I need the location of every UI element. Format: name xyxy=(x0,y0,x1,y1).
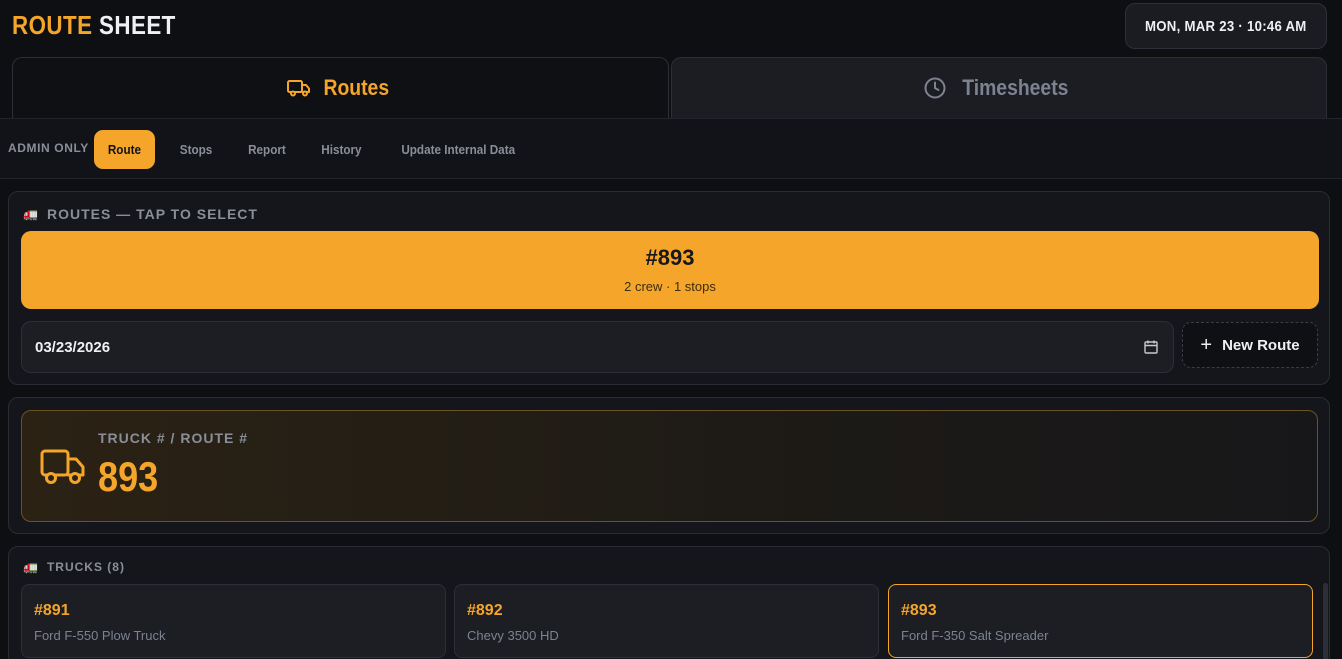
truck-icon xyxy=(40,449,85,484)
route-pill-893[interactable]: #893 2 crew · 1 stops xyxy=(21,231,1319,309)
subnav-item-label: Stops xyxy=(179,142,213,157)
routes-card: 🚛 ROUTES — TAP TO SELECT #893 2 crew · 1… xyxy=(8,191,1330,385)
trucks-section-label: 🚛 TRUCKS (8) xyxy=(23,560,125,574)
tab-routes[interactable]: Routes xyxy=(12,57,669,118)
subnav-item-label: History xyxy=(321,142,362,157)
truck-description: Ford F-550 Plow Truck xyxy=(34,628,166,643)
plus-icon: + xyxy=(1200,334,1213,356)
datetime-text: MON, MAR 23 · 10:46 AM xyxy=(1145,17,1307,35)
route-date-value: 03/23/2026 xyxy=(35,339,111,356)
new-route-button[interactable]: + New Route xyxy=(1182,322,1318,368)
truck-route-panel: TRUCK # / ROUTE # 893 xyxy=(21,410,1318,522)
subnav-item-route[interactable]: Route xyxy=(94,130,155,169)
truck-emoji-icon: 🚛 xyxy=(23,207,39,221)
routes-section-label: 🚛 ROUTES — TAP TO SELECT xyxy=(23,206,258,222)
truck-card-892[interactable]: #892 Chevy 3500 HD xyxy=(454,584,879,658)
truck-card-891[interactable]: #891 Ford F-550 Plow Truck xyxy=(21,584,446,658)
route-pill-number: #893 xyxy=(645,245,695,270)
new-route-label: New Route xyxy=(1222,336,1300,354)
trucks-section-label-text: TRUCKS (8) xyxy=(46,560,125,574)
trucks-scrollbar[interactable] xyxy=(1323,583,1328,659)
subnav-item-label: Update Internal Data xyxy=(401,142,516,157)
truck-number: #891 xyxy=(34,602,70,619)
subnav-item-stops[interactable]: Stops xyxy=(166,130,226,169)
admin-only-label: ADMIN ONLY xyxy=(8,141,89,155)
subnav-item-report[interactable]: Report xyxy=(234,130,300,169)
tab-timesheets[interactable]: Timesheets xyxy=(671,57,1327,118)
calendar-icon[interactable] xyxy=(1143,339,1159,355)
tab-timesheets-label: Timesheets xyxy=(961,75,1069,100)
tab-routes-label: Routes xyxy=(323,75,390,100)
datetime-badge: MON, MAR 23 · 10:46 AM xyxy=(1125,3,1327,49)
truck-description: Ford F-350 Salt Spreader xyxy=(901,628,1049,643)
truck-icon xyxy=(287,80,311,97)
truck-route-value: 893 xyxy=(98,453,159,500)
truck-route-card: TRUCK # / ROUTE # 893 xyxy=(8,397,1330,534)
truck-card-893[interactable]: #893 Ford F-350 Salt Spreader xyxy=(888,584,1313,658)
routes-section-label-text: ROUTES — TAP TO SELECT xyxy=(46,206,258,222)
app-title: ROUTE SHEET xyxy=(12,10,176,41)
subnav-item-label: Route xyxy=(107,142,142,157)
app-title-route: ROUTE xyxy=(12,10,93,40)
admin-subnav: ADMIN ONLY Route Stops Report History Up… xyxy=(0,118,1342,179)
clock-icon xyxy=(924,77,946,99)
truck-emoji-icon: 🚛 xyxy=(23,560,39,574)
subnav-item-label: Report xyxy=(248,142,286,157)
app-title-sheet: SHEET xyxy=(99,10,176,40)
app-header: ROUTE SHEET MON, MAR 23 · 10:46 AM xyxy=(0,0,1342,56)
truck-number: #892 xyxy=(467,602,503,619)
truck-number: #893 xyxy=(901,602,937,619)
trucks-card: 🚛 TRUCKS (8) #891 Ford F-550 Plow Truck … xyxy=(8,546,1330,659)
truck-route-label: TRUCK # / ROUTE # xyxy=(98,430,249,446)
main-tabs: Routes Timesheets xyxy=(12,57,1327,118)
subnav-item-update-internal-data[interactable]: Update Internal Data xyxy=(383,130,533,169)
route-date-input[interactable]: 03/23/2026 xyxy=(21,321,1174,373)
truck-description: Chevy 3500 HD xyxy=(467,628,559,643)
subnav-item-history[interactable]: History xyxy=(307,130,376,169)
route-pill-meta: 2 crew · 1 stops xyxy=(624,279,716,294)
